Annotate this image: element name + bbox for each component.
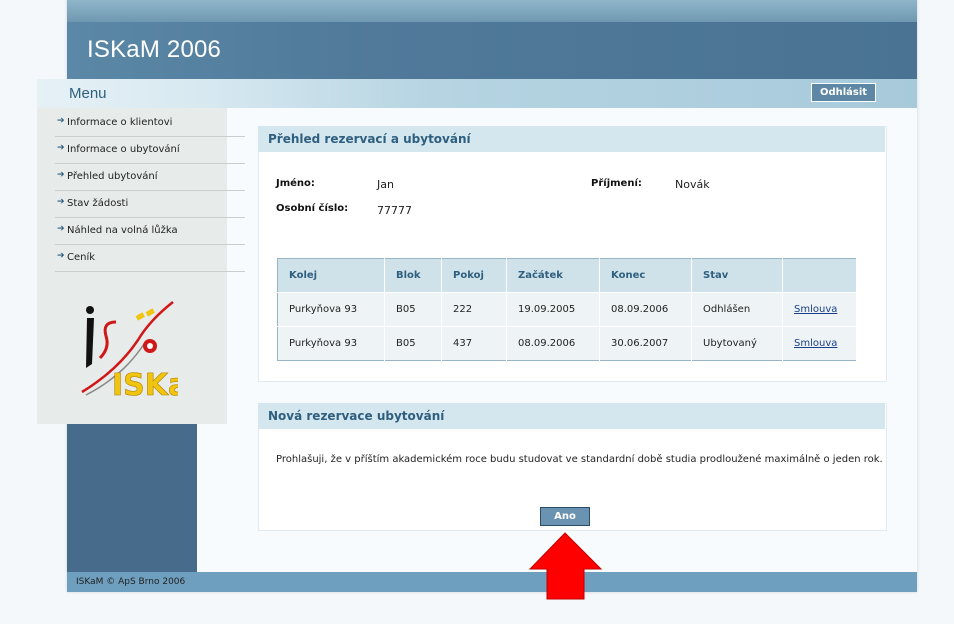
declaration-text: Prohlašuji, že v příštím akademickém roc… [276, 454, 883, 465]
arrow-right-icon: ➔ [57, 143, 65, 153]
app-title: ISKaM 2006 [87, 36, 222, 63]
table-row: Purkyňova 93 B05 222 19.09.2005 08.09.20… [277, 292, 857, 327]
cell-konec: 30.06.2007 [599, 326, 692, 361]
personal-number-label: Osobní číslo: [276, 203, 349, 214]
surname-label: Příjmení: [591, 178, 642, 189]
cell-kolej: Purkyňova 93 [277, 326, 385, 361]
cell-pokoj: 437 [441, 326, 507, 361]
cell-blok: B05 [384, 326, 442, 361]
arrow-right-icon: ➔ [57, 224, 65, 234]
sidebar-item-label: Informace o klientovi [67, 117, 173, 128]
sidebar-item-label: Informace o ubytování [67, 144, 180, 155]
cell-stav: Odhlášen [691, 292, 783, 327]
surname-value: Novák [675, 178, 710, 191]
footer-text: ISKaM © ApS Brno 2006 [76, 577, 186, 587]
new-reservation-title: Nová rezervace ubytování [258, 403, 885, 429]
sidebar-item-client-info[interactable]: ➔ Informace o klientovi [55, 110, 245, 137]
reservations-table: Kolej Blok Pokoj Začátek Konec Stav Purk… [277, 258, 857, 361]
table-row: Purkyňova 93 B05 437 08.09.2006 30.06.20… [277, 326, 857, 361]
cell-kolej: Purkyňova 93 [277, 292, 385, 327]
sidebar-item-label: Náhled na volná lůžka [67, 225, 178, 236]
cell-konec: 08.09.2006 [599, 292, 692, 327]
sidebar-item-accommodation-info[interactable]: ➔ Informace o ubytování [55, 137, 245, 164]
personal-number-value: 77777 [377, 204, 412, 217]
arrow-right-icon: ➔ [57, 116, 65, 126]
arrow-right-icon: ➔ [57, 197, 65, 207]
menu-bar [37, 79, 917, 108]
col-header-zacatek: Začátek [506, 258, 600, 293]
col-header-pokoj: Pokoj [441, 258, 507, 293]
yes-button[interactable]: Ano [540, 507, 590, 526]
table-header-row: Kolej Blok Pokoj Začátek Konec Stav [277, 258, 857, 293]
contract-link[interactable]: Smlouva [794, 338, 837, 349]
cell-link: Smlouva [782, 292, 857, 327]
cell-zacatek: 08.09.2006 [506, 326, 600, 361]
iskam-logo: ISKaM [81, 301, 178, 400]
red-arrow-up-icon [528, 532, 603, 600]
sidebar-item-label: Ceník [67, 252, 96, 263]
sidebar-item-price-list[interactable]: ➔ Ceník [55, 245, 245, 272]
overview-title: Přehled rezervací a ubytování [258, 126, 885, 152]
top-strip [67, 0, 917, 22]
cell-zacatek: 19.09.2005 [506, 292, 600, 327]
col-header-link [782, 258, 857, 293]
sidebar-item-request-status[interactable]: ➔ Stav žádosti [55, 191, 245, 218]
logout-button[interactable]: Odhlásit [811, 83, 876, 102]
sidebar-item-label: Stav žádosti [67, 198, 129, 209]
arrow-right-icon: ➔ [57, 251, 65, 261]
footer-bar [67, 572, 917, 592]
contract-link[interactable]: Smlouva [794, 304, 837, 315]
cell-link: Smlouva [782, 326, 857, 361]
name-value: Jan [377, 178, 394, 191]
cell-stav: Ubytovaný [691, 326, 783, 361]
menu-title: Menu [69, 85, 107, 102]
col-header-konec: Konec [599, 258, 692, 293]
name-label: Jméno: [276, 178, 315, 189]
sidebar-item-label: Přehled ubytování [67, 171, 158, 182]
cell-blok: B05 [384, 292, 442, 327]
col-header-stav: Stav [691, 258, 783, 293]
sidebar-item-accommodation-overview[interactable]: ➔ Přehled ubytování [55, 164, 245, 191]
col-header-blok: Blok [384, 258, 442, 293]
col-header-kolej: Kolej [277, 258, 385, 293]
arrow-right-icon: ➔ [57, 170, 65, 180]
cell-pokoj: 222 [441, 292, 507, 327]
logo-text: ISKaM [112, 368, 178, 400]
sidebar-item-free-beds[interactable]: ➔ Náhled na volná lůžka [55, 218, 245, 245]
